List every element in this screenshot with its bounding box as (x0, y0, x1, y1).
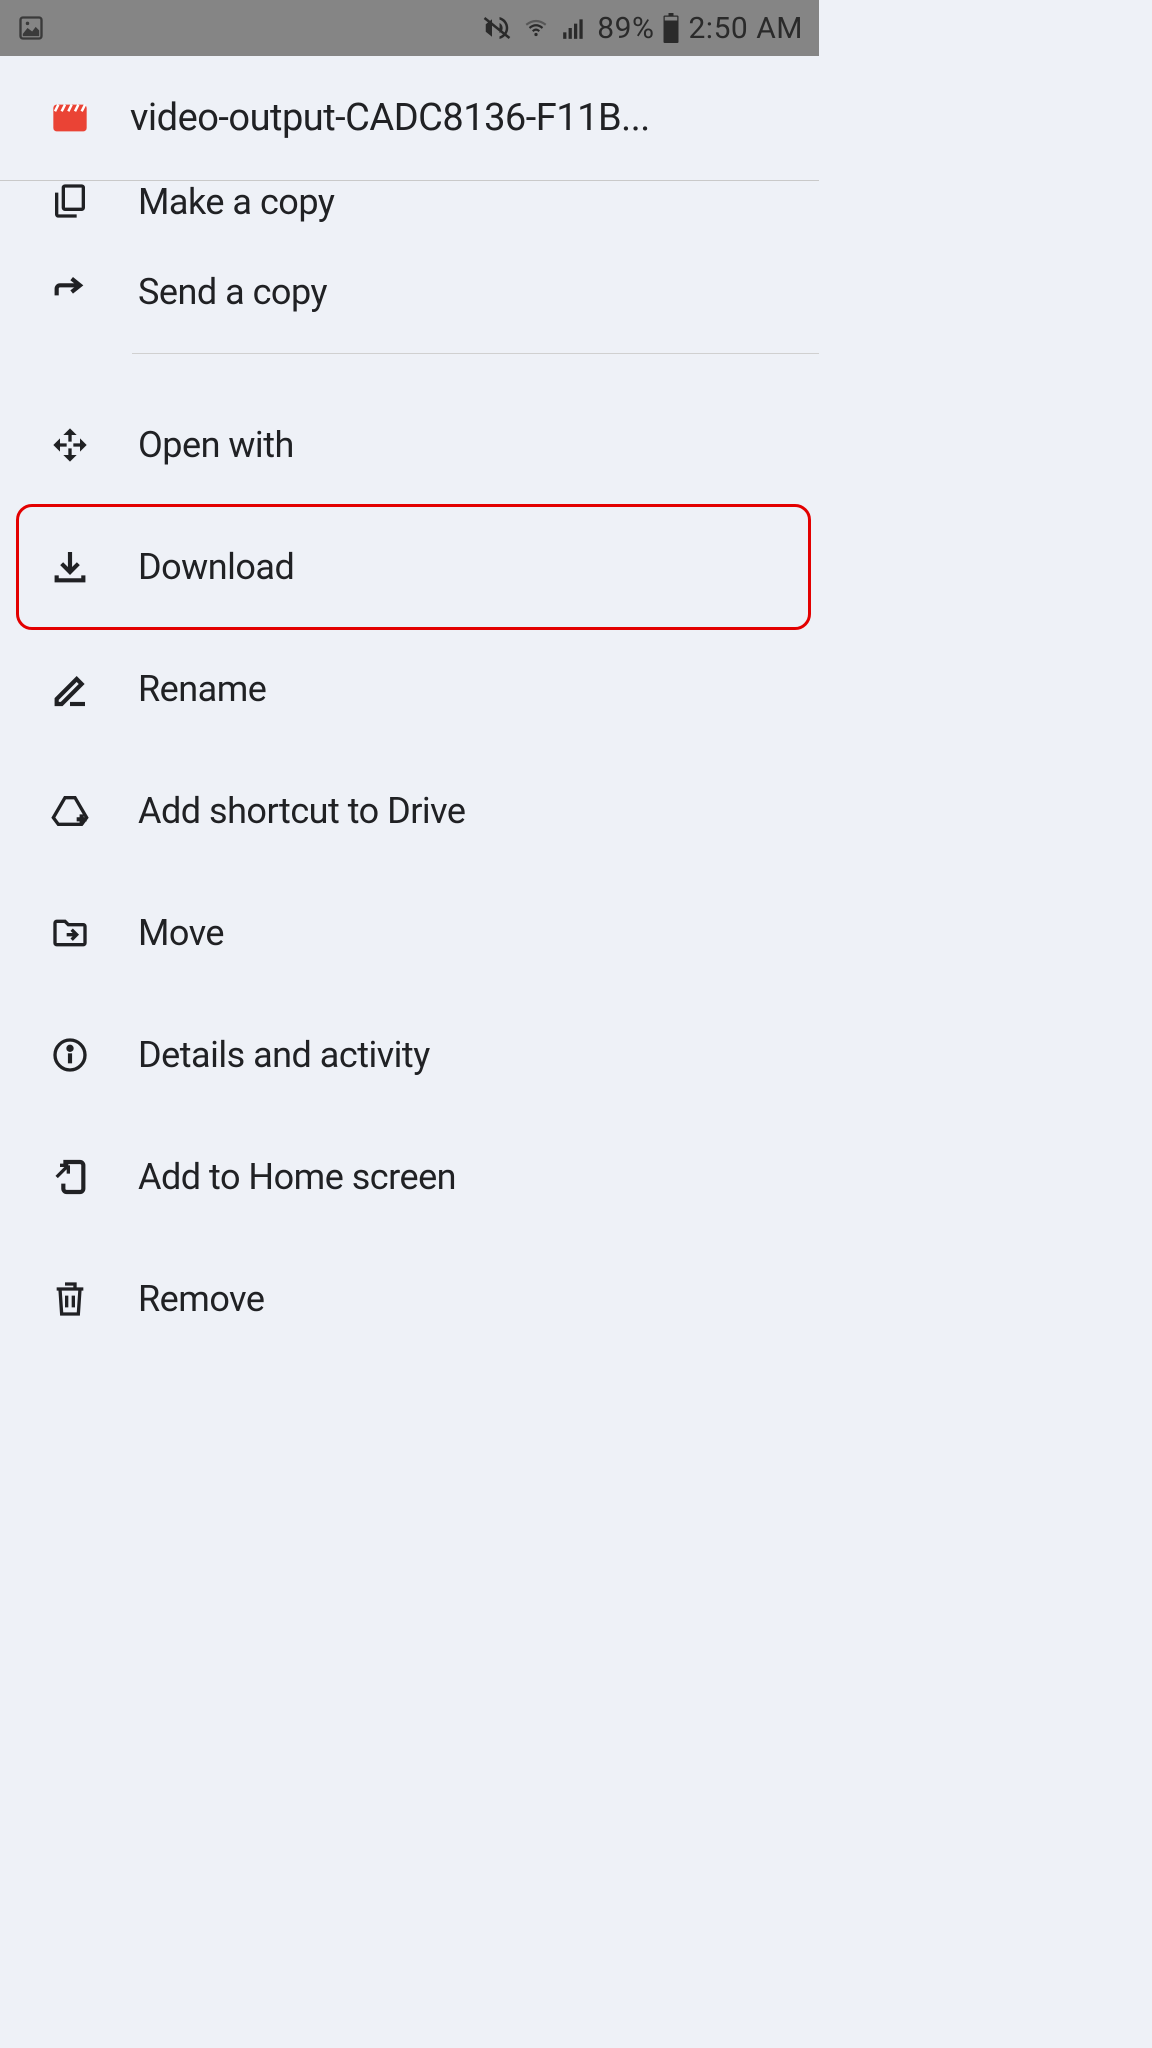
drive-shortcut-icon (50, 791, 90, 831)
menu-item-make-a-copy[interactable]: Make a copy (0, 159, 819, 231)
signal-icon (559, 15, 589, 41)
menu-list: Make a copy Send a copy Open with (0, 181, 819, 1360)
highlight-box (16, 504, 811, 630)
menu-label: Details and activity (138, 1034, 430, 1076)
menu-item-rename[interactable]: Rename (0, 628, 819, 750)
wifi-icon (521, 15, 551, 41)
divider (132, 353, 819, 354)
menu-item-open-with[interactable]: Open with (0, 384, 819, 506)
menu-item-add-to-home[interactable]: Add to Home screen (0, 1116, 819, 1238)
battery-icon (662, 13, 680, 43)
info-icon (50, 1035, 90, 1075)
menu-item-details-activity[interactable]: Details and activity (0, 994, 819, 1116)
menu-label: Open with (138, 424, 294, 466)
copy-icon (50, 181, 90, 221)
vibrate-icon (481, 13, 513, 43)
picture-icon (16, 14, 46, 42)
menu-item-download[interactable]: Download (0, 506, 819, 628)
rename-icon (50, 669, 90, 709)
menu-item-remove[interactable]: Remove (0, 1238, 819, 1360)
menu-label: Rename (138, 668, 266, 710)
open-with-icon (50, 425, 90, 465)
clock-time: 2:50 AM (688, 11, 803, 46)
menu-item-add-shortcut[interactable]: Add shortcut to Drive (0, 750, 819, 872)
menu-label: Download (138, 546, 294, 588)
status-bar: 89% 2:50 AM (0, 0, 819, 56)
home-screen-icon (50, 1157, 90, 1197)
trash-icon (50, 1279, 90, 1319)
file-title: video-output-CADC8136-F11B... (130, 96, 650, 140)
menu-label: Move (138, 912, 224, 954)
menu-label: Remove (138, 1278, 264, 1320)
download-icon (50, 547, 90, 587)
menu-item-move[interactable]: Move (0, 872, 819, 994)
send-arrow-icon (50, 272, 90, 312)
menu-item-send-a-copy[interactable]: Send a copy (0, 231, 819, 353)
menu-label: Make a copy (138, 181, 334, 223)
move-folder-icon (50, 913, 90, 953)
menu-label: Send a copy (138, 271, 327, 313)
battery-percent: 89% (597, 11, 654, 46)
menu-label: Add shortcut to Drive (138, 790, 465, 832)
video-file-icon (50, 98, 90, 138)
menu-label: Add to Home screen (138, 1156, 456, 1198)
